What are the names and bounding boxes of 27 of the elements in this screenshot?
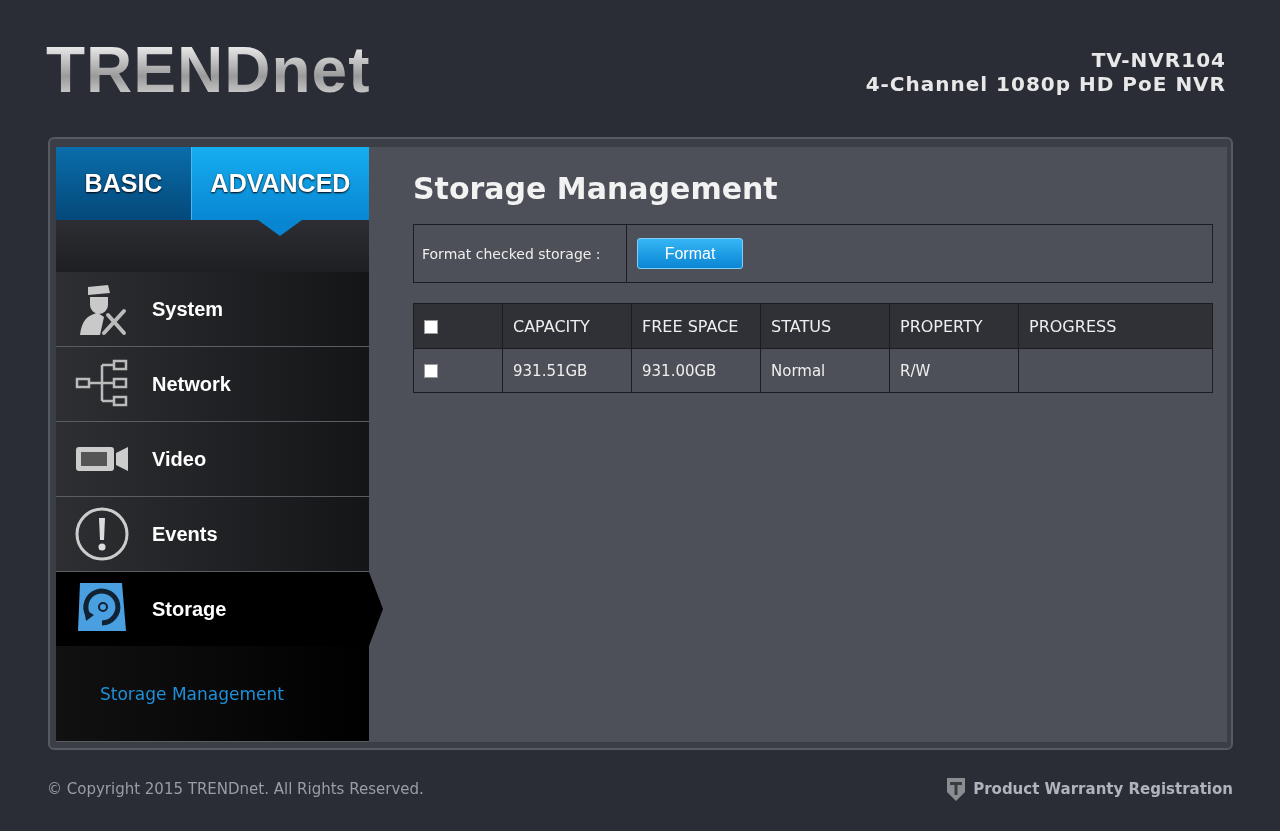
column-header: PROPERTY	[889, 303, 1019, 349]
menu-item[interactable]: Storage	[56, 572, 369, 646]
tab-pointer-icon	[258, 220, 302, 236]
menu-item[interactable]: System	[56, 272, 369, 347]
menu-item[interactable]: Video	[56, 422, 369, 497]
model-description: 4-Channel 1080p HD PoE NVR	[865, 72, 1226, 96]
select-all-checkbox[interactable]	[424, 320, 438, 334]
table-cell: Normal	[760, 348, 890, 393]
column-header: CAPACITY	[502, 303, 632, 349]
mode-tab[interactable]: BASIC	[56, 147, 191, 220]
exclamation-circle-icon	[74, 506, 130, 562]
table-cell: 931.51GB	[502, 348, 632, 393]
menu-item[interactable]: Events	[56, 497, 369, 572]
warranty-link[interactable]: Product Warranty Registration	[945, 776, 1233, 802]
shield-icon	[945, 776, 968, 802]
table-cell: R/W	[889, 348, 1019, 393]
format-label: Format checked storage :	[413, 224, 627, 283]
page-title: Storage Management	[413, 171, 779, 206]
row-checkbox[interactable]	[424, 364, 438, 378]
column-header: PROGRESS	[1018, 303, 1213, 349]
column-header: STATUS	[760, 303, 890, 349]
copyright-text: © Copyright 2015 TRENDnet. All Rights Reserved.	[47, 780, 424, 798]
column-header: FREE SPACE	[631, 303, 761, 349]
menu-item[interactable]: Network	[56, 347, 369, 422]
model-number: TV-NVR104	[1090, 48, 1226, 72]
table-cell: 931.00GB	[631, 348, 761, 393]
submenu-link[interactable]: Storage Management	[100, 684, 284, 704]
